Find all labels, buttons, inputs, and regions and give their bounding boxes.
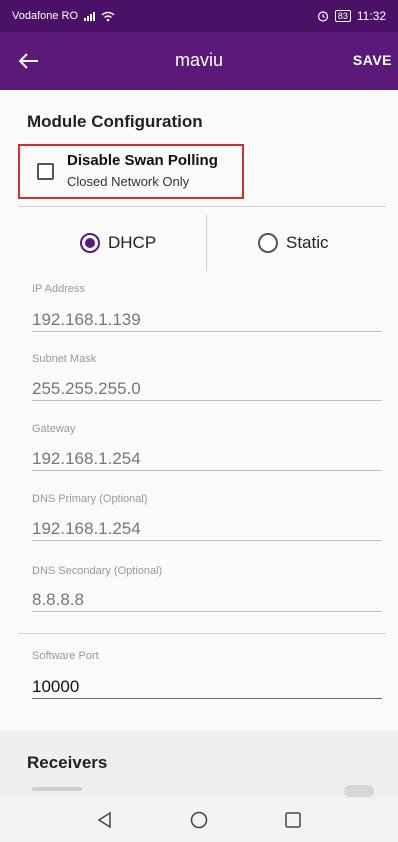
radio-divider — [206, 215, 207, 271]
software-port-label: Software Port — [32, 650, 99, 662]
disable-polling-label: Disable Swan Polling — [67, 152, 218, 169]
alarm-icon — [317, 11, 328, 22]
battery-icon: 83 — [334, 10, 351, 22]
square-recent-icon — [285, 812, 301, 828]
ip-address-field[interactable]: 192.168.1.139 — [32, 308, 382, 332]
app-toolbar: maviu SAVE — [0, 32, 398, 90]
wifi-icon — [101, 11, 115, 21]
divider — [18, 633, 386, 634]
gateway-label: Gateway — [32, 423, 76, 435]
nav-home-button[interactable] — [187, 808, 211, 832]
save-button[interactable]: SAVE — [353, 52, 392, 68]
software-port-field[interactable]: 10000 — [32, 675, 382, 699]
carrier-name: Vodafone RO — [12, 10, 79, 22]
carrier-info: Vodafone RO — [12, 10, 115, 22]
status-bar: Vodafone RO 83 11:32 — [0, 0, 398, 32]
radio-dhcp[interactable]: DHCP — [80, 233, 156, 253]
radio-dhcp-indicator — [80, 233, 100, 253]
disable-polling-sublabel: Closed Network Only — [67, 174, 190, 189]
nav-recent-button[interactable] — [281, 808, 305, 832]
radio-static-indicator — [258, 233, 278, 253]
dns-primary-field[interactable]: 192.168.1.254 — [32, 517, 382, 541]
signal-icon — [84, 11, 96, 21]
dns-secondary-field[interactable]: 8.8.8.8 — [32, 588, 382, 612]
circle-home-icon — [190, 811, 208, 829]
divider — [18, 206, 386, 207]
radio-static-label: Static — [286, 233, 329, 252]
module-config-form: Module Configuration Disable Swan Pollin… — [0, 90, 398, 798]
system-nav-bar — [0, 798, 398, 842]
gateway-field[interactable]: 192.168.1.254 — [32, 447, 382, 471]
dns-primary-label: DNS Primary (Optional) — [32, 493, 148, 505]
status-right: 83 11:32 — [317, 9, 386, 23]
receiver-toggle[interactable] — [344, 785, 374, 797]
section-title-receivers: Receivers — [27, 753, 108, 772]
disable-polling-checkbox[interactable] — [37, 163, 54, 180]
radio-dhcp-label: DHCP — [108, 233, 157, 252]
page-title: maviu — [174, 50, 223, 70]
ip-address-label: IP Address — [32, 283, 85, 295]
clock: 11:32 — [356, 9, 386, 23]
nav-back-button[interactable] — [93, 808, 117, 832]
receiver-row-peek — [32, 787, 82, 791]
section-title-module-configuration: Module Configuration — [27, 112, 203, 131]
radio-static[interactable]: Static — [258, 233, 329, 253]
subnet-mask-field[interactable]: 255.255.255.0 — [32, 377, 382, 401]
subnet-mask-label: Subnet Mask — [32, 353, 97, 365]
triangle-back-icon — [97, 811, 111, 829]
dns-secondary-label: DNS Secondary (Optional) — [32, 565, 163, 577]
